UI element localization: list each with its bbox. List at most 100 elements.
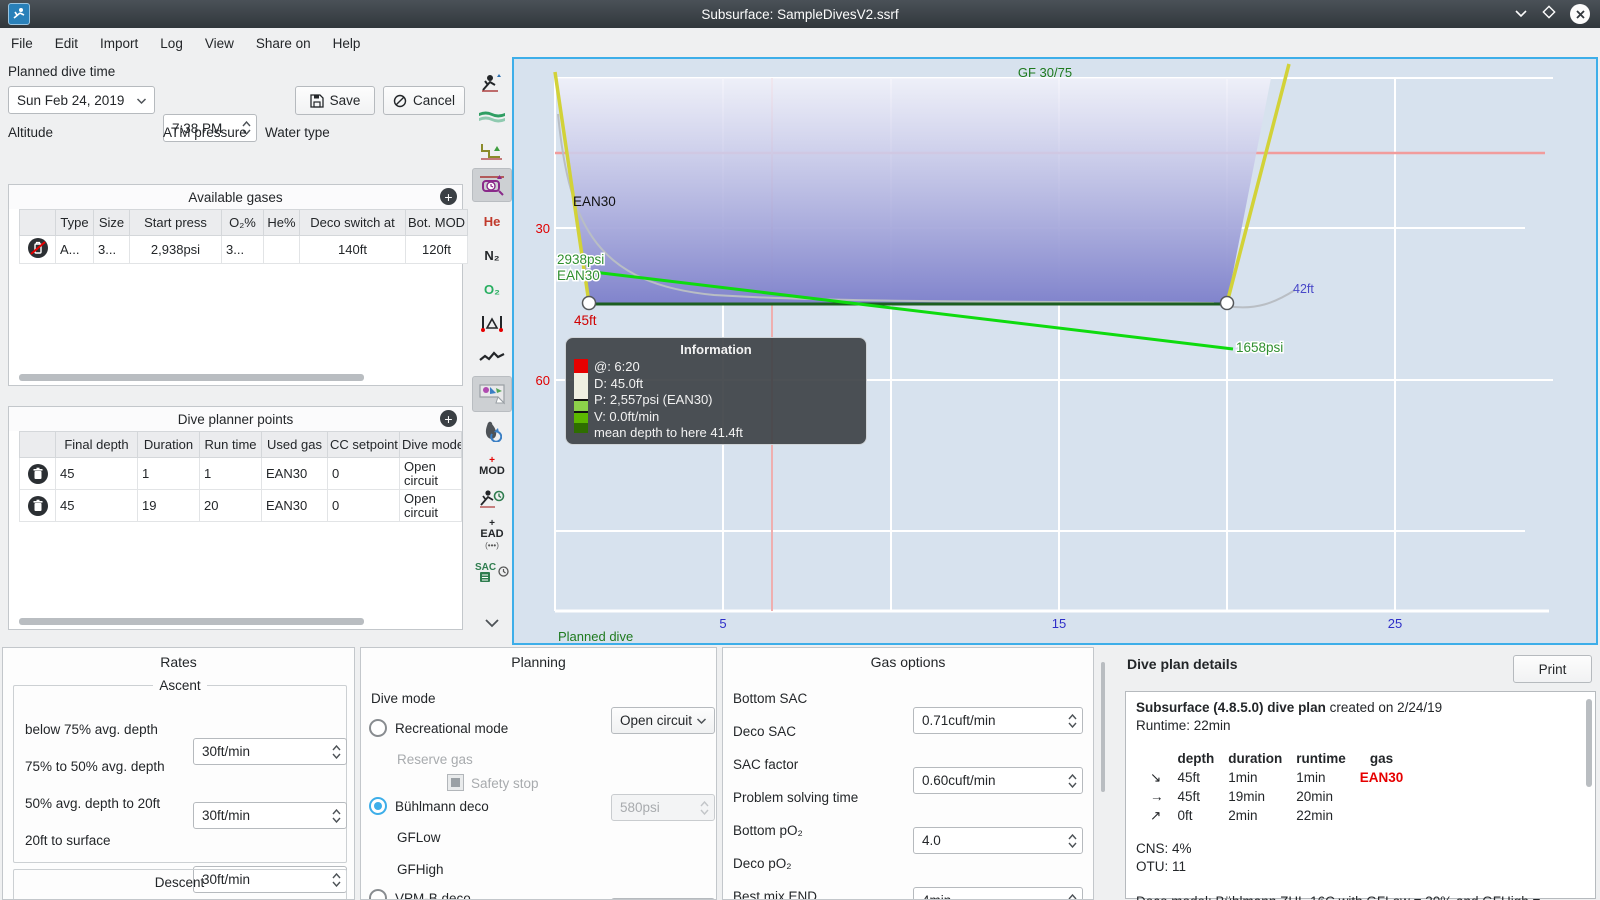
- profile-toggle-icon[interactable]: [472, 168, 512, 202]
- menu-import[interactable]: Import: [89, 32, 149, 55]
- mod-toggle[interactable]: + MOD: [472, 450, 512, 480]
- recreational-mode-radio[interactable]: [369, 719, 387, 737]
- ead-toggle[interactable]: + EAD (•••): [472, 518, 512, 550]
- problem-time-spinbox[interactable]: 4min: [913, 887, 1083, 899]
- point-duration[interactable]: 1: [137, 457, 200, 490]
- spinner-arrows-icon[interactable]: [1068, 888, 1077, 899]
- point-duration[interactable]: 19: [137, 489, 200, 522]
- points-col-setpoint[interactable]: CC setpoint: [327, 431, 400, 458]
- plan-runtime: Runtime: 22min: [1136, 718, 1231, 733]
- segment-gas-label: EAN30: [573, 194, 616, 209]
- dive-mode-label: Dive mode: [371, 691, 436, 706]
- points-col-duration[interactable]: Duration: [137, 431, 200, 458]
- gases-col-decoswitch[interactable]: Deco switch at: [299, 209, 406, 236]
- cancel-button[interactable]: Cancel: [383, 86, 465, 115]
- dive-plan-notes[interactable]: Subsurface (4.8.5.0) dive plan created o…: [1125, 691, 1596, 900]
- points-col-runtime[interactable]: Run time: [199, 431, 262, 458]
- photos-toggle-icon[interactable]: [472, 376, 512, 412]
- table-row[interactable]: 45 1 1 EAN30 0 Open circuit: [19, 457, 462, 490]
- save-button[interactable]: Save: [295, 86, 375, 115]
- gases-col-botmod[interactable]: Bot. MOD: [405, 209, 468, 236]
- point-setpoint[interactable]: 0: [327, 489, 400, 522]
- gases-col-type[interactable]: Type: [55, 209, 94, 236]
- helium-toggle[interactable]: He: [472, 206, 512, 236]
- point-setpoint[interactable]: 0: [327, 457, 400, 490]
- table-row[interactable]: A... 3... 2,938psi 3... 140ft 120ft 98f: [19, 235, 468, 264]
- buhlmann-deco-radio[interactable]: [369, 797, 387, 815]
- gas-o2[interactable]: 3...: [221, 235, 264, 264]
- menu-help[interactable]: Help: [322, 32, 372, 55]
- print-button[interactable]: Print: [1513, 655, 1592, 683]
- gases-col-size[interactable]: Size: [93, 209, 130, 236]
- rate-label: 75% to 50% avg. depth: [25, 759, 165, 774]
- gas-pictogram-icon[interactable]: [472, 416, 512, 446]
- point-depth[interactable]: 45: [55, 457, 138, 490]
- ceiling-icon[interactable]: [472, 136, 512, 166]
- sac-factor-spinbox[interactable]: 4.0: [913, 827, 1083, 854]
- date-combobox[interactable]: Sun Feb 24, 2019: [8, 86, 155, 114]
- sac-toggle[interactable]: SAC: [472, 556, 512, 586]
- cylinder-in-use-icon[interactable]: [27, 238, 48, 258]
- rate-spinbox[interactable]: 30ft/min: [193, 802, 347, 829]
- points-col-gas[interactable]: Used gas: [261, 431, 328, 458]
- delete-point-icon[interactable]: [27, 463, 48, 484]
- bottom-sac-spinbox[interactable]: 0.71cuft/min: [913, 707, 1083, 734]
- points-hscrollbar[interactable]: [19, 618, 364, 625]
- delete-point-icon[interactable]: [27, 495, 48, 516]
- notes-vscrollbar[interactable]: [1586, 699, 1592, 787]
- point-depth[interactable]: 45: [55, 489, 138, 522]
- reserve-gas-label: Reserve gas: [397, 752, 473, 767]
- gas-type[interactable]: A...: [55, 235, 94, 264]
- heartrate-icon[interactable]: [472, 342, 512, 372]
- spinner-arrows-icon[interactable]: [1068, 828, 1077, 853]
- x-tick-25: 25: [1388, 616, 1402, 631]
- dive-profile-chart[interactable]: GF 30/75 EAN30 2938psi EAN30 1658psi 45f…: [512, 57, 1598, 645]
- spinner-arrows-icon[interactable]: [1068, 708, 1077, 733]
- gas-size[interactable]: 3...: [93, 235, 130, 264]
- menu-share-on[interactable]: Share on: [245, 32, 322, 55]
- menu-edit[interactable]: Edit: [44, 32, 89, 55]
- water-surface-icon[interactable]: [472, 102, 512, 132]
- add-point-button[interactable]: +: [440, 410, 457, 427]
- gases-hscrollbar[interactable]: [19, 374, 364, 381]
- ruler-icon[interactable]: [472, 308, 512, 338]
- gases-col-startpress[interactable]: Start press: [129, 209, 222, 236]
- dive-mode-combobox[interactable]: Open circuit: [611, 707, 715, 734]
- ascent-rate-icon[interactable]: [472, 68, 512, 98]
- deco-sac-spinbox[interactable]: 0.60cuft/min: [913, 767, 1083, 794]
- gas-he[interactable]: [263, 235, 300, 264]
- spinner-arrows-icon[interactable]: [332, 803, 341, 828]
- gas-bot-mod[interactable]: 120ft: [405, 235, 468, 264]
- table-row[interactable]: 45 19 20 EAN30 0 Open circuit: [19, 489, 462, 522]
- add-gas-button[interactable]: +: [440, 188, 457, 205]
- point-runtime[interactable]: 20: [199, 489, 262, 522]
- gas-deco-switch[interactable]: 140ft: [299, 235, 406, 264]
- point-runtime[interactable]: 1: [199, 457, 262, 490]
- menu-file[interactable]: File: [0, 32, 44, 55]
- oxygen-toggle[interactable]: O₂: [472, 274, 512, 304]
- spinner-arrows-icon[interactable]: [332, 739, 341, 764]
- planner-points-title: Dive planner points: [177, 411, 294, 427]
- spinner-arrows-icon[interactable]: [1068, 768, 1077, 793]
- vpmb-deco-radio[interactable]: [369, 889, 387, 899]
- points-col-mode[interactable]: Dive mode: [399, 431, 462, 458]
- rate-value: 30ft/min: [202, 744, 251, 759]
- gases-col-o2[interactable]: O₂%: [221, 209, 264, 236]
- menu-log[interactable]: Log: [149, 32, 194, 55]
- close-icon[interactable]: [1570, 4, 1590, 24]
- nitrogen-toggle[interactable]: N₂: [472, 240, 512, 270]
- maximize-icon[interactable]: [1542, 4, 1556, 24]
- toolbar-scroll-down-icon[interactable]: [472, 608, 512, 638]
- gases-col-he[interactable]: He%: [263, 209, 300, 236]
- rate-spinbox[interactable]: 30ft/min: [193, 738, 347, 765]
- points-col-depth[interactable]: Final depth: [55, 431, 138, 458]
- menu-view[interactable]: View: [194, 32, 245, 55]
- point-gas[interactable]: EAN30: [261, 457, 328, 490]
- gas-start-press[interactable]: 2,938psi: [129, 235, 222, 264]
- point-gas[interactable]: EAN30: [261, 489, 328, 522]
- point-mode[interactable]: Open circuit: [399, 457, 462, 490]
- point-mode[interactable]: Open circuit: [399, 489, 462, 522]
- diver-time-icon[interactable]: [472, 484, 512, 514]
- bottom-vscrollbar[interactable]: [1101, 662, 1105, 792]
- minimize-icon[interactable]: [1514, 5, 1528, 23]
